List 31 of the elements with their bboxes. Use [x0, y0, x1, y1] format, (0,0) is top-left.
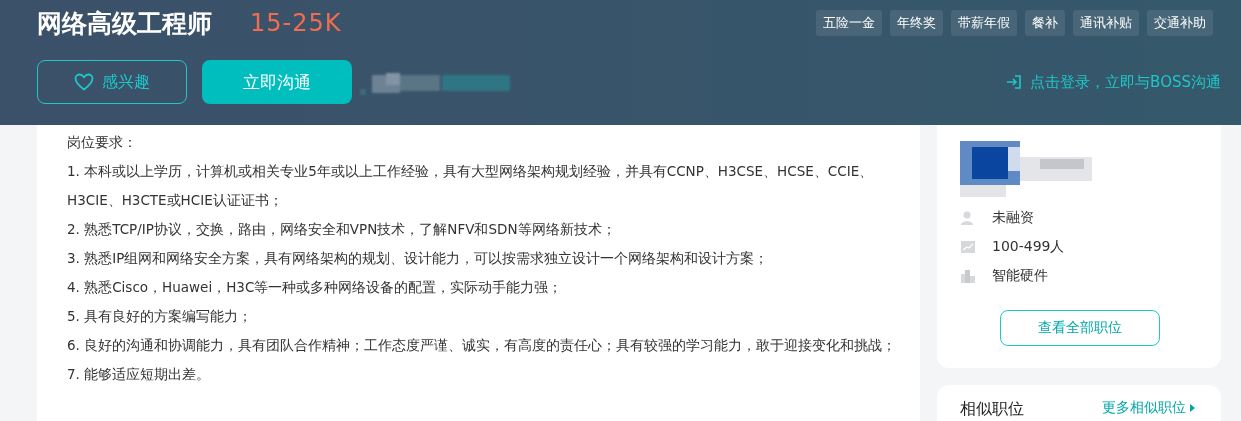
requirement-text: 3. 熟悉IP组网和网络安全方案，具有网络架构的规划、设计能力，可以按需求独立设计一个网络架构和设计方案；: [67, 249, 770, 268]
heart-icon: [74, 73, 94, 91]
more-similar-link[interactable]: 更多相似职位: [1102, 399, 1195, 417]
benefit-tag: 餐补: [1025, 10, 1065, 36]
salary: 15-25K: [250, 9, 342, 37]
view-all-jobs-button[interactable]: 查看全部职位: [999, 310, 1160, 346]
section-title: 相似职位: [960, 399, 1024, 420]
requirement-text: 1. 本科或以上学历，计算机或相关专业5年或以上工作经验，具有大型网络架构规划经验，并具有CCNP、H3CSE、HCSE、CCIE、H3CIE、H3CTE或HCIE认证证书；: [67, 162, 875, 210]
caret-icon: [1190, 404, 1195, 412]
benefit-tag: 带薪年假: [951, 10, 1017, 36]
requirement-text: 7. 能够适应短期出差。: [67, 365, 212, 384]
growth-chart-icon: [960, 238, 976, 255]
benefit-tag: 五险一金: [816, 10, 882, 36]
company-fact: 未融资: [992, 208, 1034, 227]
company-fact: 智能硬件: [992, 266, 1048, 285]
people-icon: [960, 209, 976, 226]
login-icon: [1006, 74, 1023, 90]
login-link[interactable]: 点击登录，立即与BOSS沟通: [1006, 72, 1221, 92]
chat-button[interactable]: 立即沟通: [202, 60, 352, 104]
requirement-text: 4. 熟悉Cisco，Huawei，H3C等一种或多种网络设备的配置，实际动手能力强；: [67, 278, 564, 297]
benefit-tag: 年终奖: [890, 10, 943, 36]
interest-button[interactable]: 感兴趣: [37, 60, 187, 104]
requirement-text: 2. 熟悉TCP/IP协议，交换，路由，网络安全和VPN技术，了解NFV和SDN等网络新技术；: [67, 220, 617, 239]
company-fact: 100-499人: [992, 237, 1065, 256]
requirement-text: 6. 良好的沟通和协调能力，具有团队合作精神；工作态度严谨、诚实，有高度的责任心；具有较强的学习能力，敢于迎接变化和挑战；: [67, 336, 898, 355]
benefit-tag: 交通补助: [1147, 10, 1213, 36]
requirement-text: 5. 具有良好的方案编写能力；: [67, 307, 254, 326]
section-heading: 岗位要求：: [67, 133, 138, 152]
benefit-tag: 通讯补贴: [1073, 10, 1139, 36]
building-icon: [960, 267, 976, 284]
job-title: 网络高级工程师: [37, 7, 212, 40]
